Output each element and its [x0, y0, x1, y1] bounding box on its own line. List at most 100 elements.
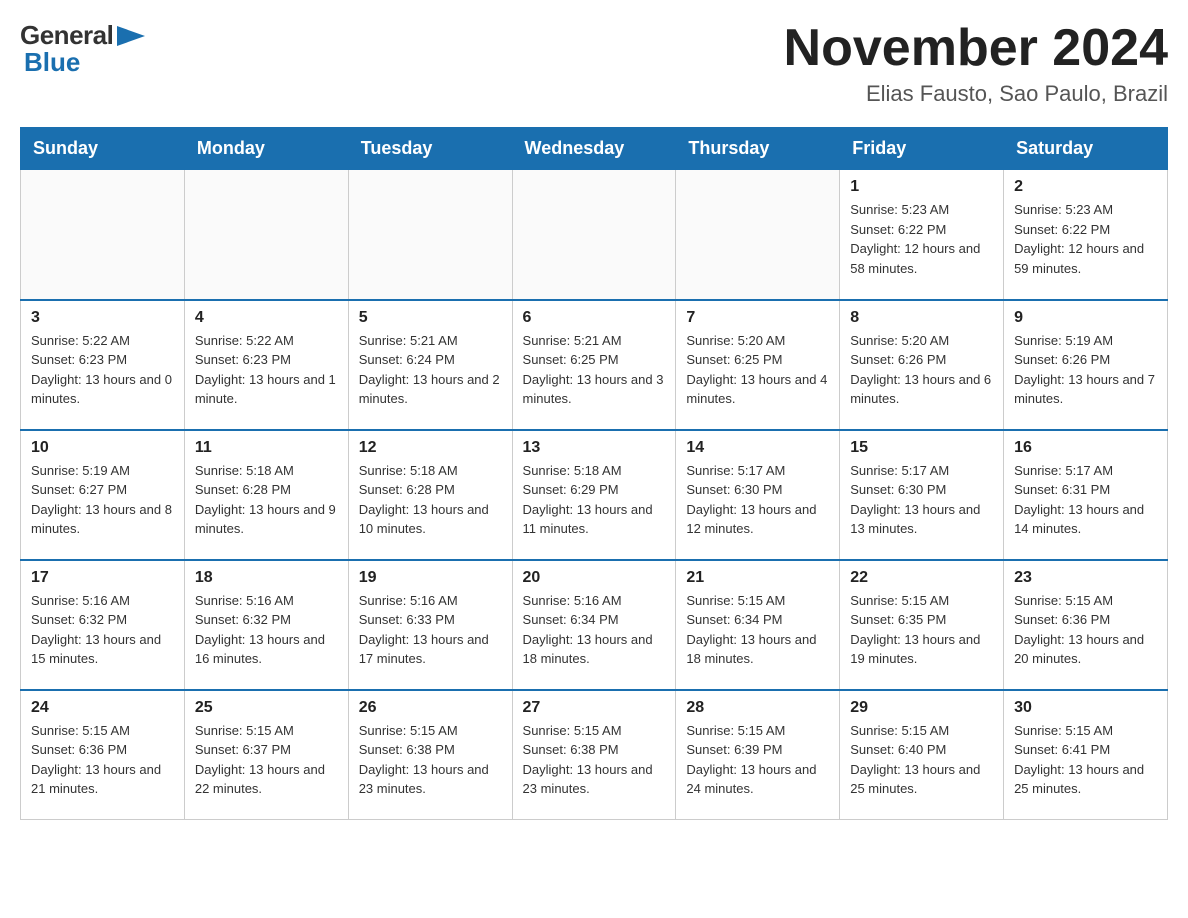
calendar-week-row: 24 Sunrise: 5:15 AM Sunset: 6:36 PM Dayli… — [21, 690, 1168, 820]
calendar-day-cell: 22 Sunrise: 5:15 AM Sunset: 6:35 PM Dayli… — [840, 560, 1004, 690]
calendar-day-cell: 7 Sunrise: 5:20 AM Sunset: 6:25 PM Daylig… — [676, 300, 840, 430]
day-number: 26 — [359, 699, 502, 717]
calendar-day-cell — [21, 170, 185, 300]
calendar-day-cell: 26Sunrise: 5:15 AM Sunset: 6:38 PM Dayli… — [348, 690, 512, 820]
day-number: 30 — [1014, 699, 1157, 717]
day-number: 13 — [523, 439, 666, 457]
calendar-day-cell — [348, 170, 512, 300]
calendar-day-cell: 5 Sunrise: 5:21 AM Sunset: 6:24 PM Daylig… — [348, 300, 512, 430]
day-number: 18 — [195, 569, 338, 587]
calendar-day-cell: 1 Sunrise: 5:23 AM Sunset: 6:22 PM Daylig… — [840, 170, 1004, 300]
day-number: 19 — [359, 569, 502, 587]
weekday-header-wednesday: Wednesday — [512, 128, 676, 170]
day-number: 12 — [359, 439, 502, 457]
weekday-header-thursday: Thursday — [676, 128, 840, 170]
calendar-day-cell: 11 Sunrise: 5:18 AM Sunset: 6:28 PM Dayli… — [184, 430, 348, 560]
day-info: Sunrise: 5:18 AM Sunset: 6:28 PM Dayligh… — [359, 461, 502, 539]
calendar-week-row: 3 Sunrise: 5:22 AM Sunset: 6:23 PM Daylig… — [21, 300, 1168, 430]
calendar-week-row: 10Sunrise: 5:19 AM Sunset: 6:27 PM Dayli… — [21, 430, 1168, 560]
day-info: Sunrise: 5:22 AM Sunset: 6:23 PM Dayligh… — [31, 331, 174, 409]
day-info: Sunrise: 5:15 AM Sunset: 6:36 PM Dayligh… — [31, 721, 174, 799]
day-info: Sunrise: 5:17 AM Sunset: 6:31 PM Dayligh… — [1014, 461, 1157, 539]
calendar-day-cell: 15 Sunrise: 5:17 AM Sunset: 6:30 PM Dayli… — [840, 430, 1004, 560]
day-number: 24 — [31, 699, 174, 717]
calendar-table: SundayMondayTuesdayWednesdayThursdayFrid… — [20, 127, 1168, 820]
day-number: 11 — [195, 439, 338, 457]
day-info: Sunrise: 5:16 AM Sunset: 6:33 PM Dayligh… — [359, 591, 502, 669]
day-number: 1 — [850, 178, 993, 196]
day-info: Sunrise: 5:21 AM Sunset: 6:25 PM Dayligh… — [523, 331, 666, 409]
day-number: 20 — [523, 569, 666, 587]
calendar-title: November 2024 — [784, 20, 1168, 77]
day-info: Sunrise: 5:17 AM Sunset: 6:30 PM Dayligh… — [850, 461, 993, 539]
calendar-day-cell: 20 Sunrise: 5:16 AM Sunset: 6:34 PM Dayli… — [512, 560, 676, 690]
day-number: 7 — [686, 309, 829, 327]
calendar-day-cell: 29 Sunrise: 5:15 AM Sunset: 6:40 PM Dayli… — [840, 690, 1004, 820]
calendar-day-cell: 10Sunrise: 5:19 AM Sunset: 6:27 PM Dayli… — [21, 430, 185, 560]
day-number: 15 — [850, 439, 993, 457]
day-number: 9 — [1014, 309, 1157, 327]
page-header: General Blue November 2024 Elias Fausto,… — [20, 20, 1168, 107]
day-number: 16 — [1014, 439, 1157, 457]
calendar-day-cell: 13 Sunrise: 5:18 AM Sunset: 6:29 PM Dayli… — [512, 430, 676, 560]
calendar-day-cell: 23Sunrise: 5:15 AM Sunset: 6:36 PM Dayli… — [1004, 560, 1168, 690]
calendar-day-cell — [184, 170, 348, 300]
day-info: Sunrise: 5:15 AM Sunset: 6:35 PM Dayligh… — [850, 591, 993, 669]
calendar-day-cell: 6 Sunrise: 5:21 AM Sunset: 6:25 PM Daylig… — [512, 300, 676, 430]
day-number: 17 — [31, 569, 174, 587]
calendar-day-cell: 17 Sunrise: 5:16 AM Sunset: 6:32 PM Dayli… — [21, 560, 185, 690]
calendar-subtitle: Elias Fausto, Sao Paulo, Brazil — [784, 81, 1168, 107]
weekday-header-saturday: Saturday — [1004, 128, 1168, 170]
day-number: 22 — [850, 569, 993, 587]
day-info: Sunrise: 5:15 AM Sunset: 6:40 PM Dayligh… — [850, 721, 993, 799]
calendar-day-cell: 25 Sunrise: 5:15 AM Sunset: 6:37 PM Dayli… — [184, 690, 348, 820]
calendar-day-cell: 18 Sunrise: 5:16 AM Sunset: 6:32 PM Dayli… — [184, 560, 348, 690]
calendar-week-row: 17 Sunrise: 5:16 AM Sunset: 6:32 PM Dayli… — [21, 560, 1168, 690]
weekday-header-tuesday: Tuesday — [348, 128, 512, 170]
day-info: Sunrise: 5:20 AM Sunset: 6:26 PM Dayligh… — [850, 331, 993, 409]
logo: General Blue — [20, 20, 145, 78]
day-info: Sunrise: 5:15 AM Sunset: 6:37 PM Dayligh… — [195, 721, 338, 799]
day-info: Sunrise: 5:16 AM Sunset: 6:32 PM Dayligh… — [195, 591, 338, 669]
calendar-day-cell: 27 Sunrise: 5:15 AM Sunset: 6:38 PM Dayli… — [512, 690, 676, 820]
calendar-day-cell: 8 Sunrise: 5:20 AM Sunset: 6:26 PM Daylig… — [840, 300, 1004, 430]
day-info: Sunrise: 5:19 AM Sunset: 6:27 PM Dayligh… — [31, 461, 174, 539]
day-info: Sunrise: 5:21 AM Sunset: 6:24 PM Dayligh… — [359, 331, 502, 409]
calendar-day-cell: 16 Sunrise: 5:17 AM Sunset: 6:31 PM Dayli… — [1004, 430, 1168, 560]
calendar-day-cell — [676, 170, 840, 300]
day-number: 3 — [31, 309, 174, 327]
day-info: Sunrise: 5:18 AM Sunset: 6:28 PM Dayligh… — [195, 461, 338, 539]
day-info: Sunrise: 5:16 AM Sunset: 6:32 PM Dayligh… — [31, 591, 174, 669]
calendar-day-cell: 30Sunrise: 5:15 AM Sunset: 6:41 PM Dayli… — [1004, 690, 1168, 820]
day-number: 28 — [686, 699, 829, 717]
calendar-day-cell: 9 Sunrise: 5:19 AM Sunset: 6:26 PM Daylig… — [1004, 300, 1168, 430]
calendar-day-cell: 14Sunrise: 5:17 AM Sunset: 6:30 PM Dayli… — [676, 430, 840, 560]
day-info: Sunrise: 5:18 AM Sunset: 6:29 PM Dayligh… — [523, 461, 666, 539]
day-number: 27 — [523, 699, 666, 717]
calendar-day-cell: 21Sunrise: 5:15 AM Sunset: 6:34 PM Dayli… — [676, 560, 840, 690]
day-info: Sunrise: 5:16 AM Sunset: 6:34 PM Dayligh… — [523, 591, 666, 669]
day-info: Sunrise: 5:15 AM Sunset: 6:39 PM Dayligh… — [686, 721, 829, 799]
day-info: Sunrise: 5:15 AM Sunset: 6:36 PM Dayligh… — [1014, 591, 1157, 669]
day-number: 2 — [1014, 178, 1157, 196]
day-info: Sunrise: 5:17 AM Sunset: 6:30 PM Dayligh… — [686, 461, 829, 539]
calendar-day-cell: 12 Sunrise: 5:18 AM Sunset: 6:28 PM Dayli… — [348, 430, 512, 560]
calendar-day-cell: 28 Sunrise: 5:15 AM Sunset: 6:39 PM Dayli… — [676, 690, 840, 820]
day-info: Sunrise: 5:19 AM Sunset: 6:26 PM Dayligh… — [1014, 331, 1157, 409]
day-info: Sunrise: 5:15 AM Sunset: 6:38 PM Dayligh… — [523, 721, 666, 799]
day-info: Sunrise: 5:20 AM Sunset: 6:25 PM Dayligh… — [686, 331, 829, 409]
day-number: 6 — [523, 309, 666, 327]
calendar-day-cell: 24 Sunrise: 5:15 AM Sunset: 6:36 PM Dayli… — [21, 690, 185, 820]
day-number: 5 — [359, 309, 502, 327]
calendar-day-cell: 19 Sunrise: 5:16 AM Sunset: 6:33 PM Dayli… — [348, 560, 512, 690]
day-info: Sunrise: 5:23 AM Sunset: 6:22 PM Dayligh… — [850, 200, 993, 278]
day-info: Sunrise: 5:23 AM Sunset: 6:22 PM Dayligh… — [1014, 200, 1157, 278]
weekday-header-monday: Monday — [184, 128, 348, 170]
weekday-header-row: SundayMondayTuesdayWednesdayThursdayFrid… — [21, 128, 1168, 170]
day-number: 4 — [195, 309, 338, 327]
title-area: November 2024 Elias Fausto, Sao Paulo, B… — [784, 20, 1168, 107]
day-number: 8 — [850, 309, 993, 327]
day-number: 25 — [195, 699, 338, 717]
weekday-header-friday: Friday — [840, 128, 1004, 170]
day-number: 29 — [850, 699, 993, 717]
